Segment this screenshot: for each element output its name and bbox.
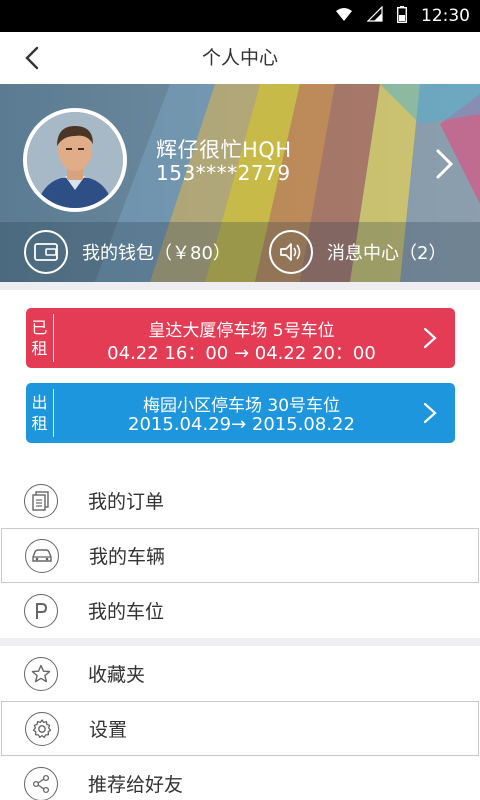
nav-bar: 个人中心: [0, 32, 480, 84]
card-status-char: 出: [31, 393, 48, 412]
wifi-icon: [335, 7, 353, 26]
chevron-right-icon: [423, 402, 437, 424]
page-title: 个人中心: [201, 47, 278, 69]
chevron-right-icon: [423, 327, 437, 349]
share-icon: [24, 766, 58, 800]
user-portrait-icon: [27, 112, 123, 208]
menu-label: 设置: [89, 719, 128, 741]
card-status-tag: 出 租: [26, 389, 54, 437]
menu-label: 我的订单: [88, 491, 165, 513]
banner-actions: 我的钱包（￥80） 消息中心（2）: [0, 222, 480, 282]
speaker-icon: [269, 230, 313, 274]
profile-detail-button[interactable]: [432, 148, 456, 180]
wallet-button[interactable]: 我的钱包（￥80）: [24, 230, 231, 274]
card-time-range: 2015.04.29→ 2015.08.22: [128, 414, 355, 435]
signal-icon: [366, 5, 383, 26]
parking-cards: 已 租 皇达大厦停车场 5号车位 04.22 16：00 → 04.22 20：…: [0, 282, 480, 465]
menu-item-settings[interactable]: 设置: [1, 701, 479, 756]
menu-item-vehicles[interactable]: 我的车辆: [1, 528, 479, 583]
menu-label: 我的车位: [88, 601, 165, 623]
card-time-range: 04.22 16：00 → 04.22 20：00: [107, 343, 376, 364]
user-phone: 153****2779: [156, 161, 291, 185]
menu-label: 推荐给好友: [88, 774, 184, 796]
battery-icon: [396, 5, 408, 27]
menu-item-spaces[interactable]: 我的车位: [0, 583, 480, 638]
card-location: 皇达大厦停车场 5号车位: [148, 321, 335, 341]
profile-banner: 辉仔很忙HQH 153****2779 我的钱包（￥80） 消息中心（2）: [0, 84, 480, 282]
status-bar: 12:30: [0, 0, 480, 32]
car-icon: [25, 538, 59, 573]
menu-group-assets: 我的订单 我的车辆 我的车位: [0, 465, 480, 638]
card-status-char: 租: [31, 339, 48, 358]
menu-label: 我的车辆: [89, 546, 166, 568]
user-name: 辉仔很忙HQH: [156, 138, 292, 162]
wallet-icon: [24, 230, 68, 274]
menu-item-share[interactable]: 推荐给好友: [0, 756, 480, 800]
star-icon: [24, 656, 58, 691]
status-time: 12:30: [421, 6, 470, 26]
menu-item-favorites[interactable]: 收藏夹: [0, 646, 480, 701]
menu-group-general: 收藏夹 设置 推荐给好友: [0, 646, 480, 800]
back-button[interactable]: [14, 40, 50, 76]
card-status-char: 租: [31, 414, 48, 433]
card-status-tag: 已 租: [26, 314, 54, 362]
message-center-label: 消息中心（2）: [327, 243, 447, 264]
chevron-right-icon: [436, 149, 454, 179]
wallet-label: 我的钱包（￥80）: [82, 243, 231, 264]
chevron-left-icon: [25, 46, 39, 70]
card-status-char: 已: [31, 318, 48, 337]
message-center-button[interactable]: 消息中心（2）: [269, 230, 446, 274]
lent-space-card[interactable]: 出 租 梅园小区停车场 30号车位 2015.04.29→ 2015.08.22: [26, 383, 455, 443]
rented-space-card[interactable]: 已 租 皇达大厦停车场 5号车位 04.22 16：00 → 04.22 20：…: [26, 308, 455, 368]
gear-icon: [25, 711, 59, 746]
document-icon: [24, 483, 58, 518]
menu-label: 收藏夹: [88, 664, 146, 686]
menu-item-orders[interactable]: 我的订单: [0, 473, 480, 528]
parking-icon: [24, 593, 58, 628]
avatar[interactable]: [23, 108, 127, 212]
card-location: 梅园小区停车场 30号车位: [142, 396, 341, 416]
